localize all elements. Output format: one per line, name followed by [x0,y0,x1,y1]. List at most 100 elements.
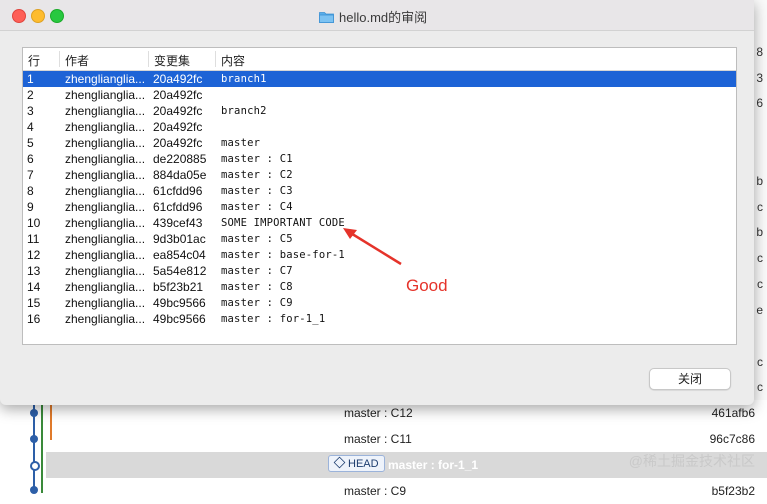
table-row[interactable]: 3 zhengliangliа... 20a492fc branch2 [23,103,736,119]
header-content[interactable]: 内容 [221,52,245,69]
cell-changeset: 884da05e [153,168,207,182]
cell-changeset: 61cfdd96 [153,200,203,214]
table-row[interactable]: 5 zhengliangliа... 20a492fc master [23,135,736,151]
cell-author: zhengliangliа... [65,232,146,246]
cell-author: zhengliangliа... [65,184,146,198]
cell-changeset: 20a492fc [153,104,203,118]
cell-line: 10 [27,216,41,230]
cell-content: master : C9 [221,297,293,309]
header-separator[interactable] [215,51,216,67]
cell-changeset: 20a492fc [153,136,203,150]
cell-changeset: 20a492fc [153,72,203,86]
hash-fragment: b [756,225,763,239]
cell-content: master : C1 [221,153,293,165]
cell-author: zhengliangliа... [65,152,146,166]
cell-author: zhengliangliа... [65,136,146,150]
head-tag: HEAD [328,455,385,472]
title-bar[interactable]: hello.md的审阅 [0,0,754,31]
cell-content: master : C4 [221,201,293,213]
table-row[interactable]: 15 zhengliangliа... 49bc9566 master : C9 [23,295,736,311]
log-hash: 96c7c86 [709,432,755,446]
cell-author: zhengliangliа... [65,296,146,310]
cell-changeset: b5f23b21 [153,280,204,294]
cell-author: zhengliangliа... [65,200,146,214]
head-tag-label: HEAD [348,458,379,470]
table-row[interactable]: 1 zhengliangliа... 20a492fc branch1 [23,71,736,87]
log-row[interactable]: master : C11 96c7c86 [60,426,767,452]
window-close-button[interactable] [12,9,26,23]
cell-content: master : for-1_1 [221,313,326,325]
hash-fragment: e [756,303,763,317]
cell-content: master : C3 [221,185,293,197]
table-header: 行 作者 变更集 内容 [23,48,736,71]
hash-fragment: b [756,174,763,188]
cell-changeset: 20a492fc [153,120,203,134]
cell-changeset: de220885 [153,152,207,166]
hash-fragment: 6 [756,96,763,110]
log-message: master : C9 [344,484,407,498]
cell-line: 4 [27,120,34,134]
table-row[interactable]: 9 zhengliangliа... 61cfdd96 master : C4 [23,199,736,215]
cell-author: zhengliangliа... [65,88,146,102]
hash-fragment: c [757,251,763,265]
cell-author: zhengliangliа... [65,248,146,262]
hash-fragment: c [757,200,763,214]
cell-changeset: 5a54e812 [153,264,207,278]
cell-line: 7 [27,168,34,182]
cell-changeset: 61cfdd96 [153,184,203,198]
tag-icon [333,456,346,469]
window-title-group: hello.md的审阅 [319,7,427,26]
cell-line: 8 [27,184,34,198]
cell-author: zhengliangliа... [65,104,146,118]
table-row[interactable]: 16 zhengliangliа... 49bc9566 master : fo… [23,311,736,327]
hash-fragment: c [757,355,763,369]
cell-author: zhengliangliа... [65,280,146,294]
cell-content: master : base-for-1 [221,249,345,261]
cell-line: 16 [27,312,41,326]
cell-changeset: 49bc9566 [153,296,206,310]
cell-author: zhengliangliа... [65,72,146,86]
cell-line: 14 [27,280,41,294]
annotation-text: Good [406,276,448,295]
table-row[interactable]: 7 zhengliangliа... 884da05e master : C2 [23,167,736,183]
table-row[interactable]: 6 zhengliangliа... de220885 master : C1 [23,151,736,167]
header-separator[interactable] [148,51,149,67]
cell-line: 3 [27,104,34,118]
cell-line: 1 [27,72,34,86]
cell-content: master : C5 [221,233,293,245]
log-row[interactable]: master : C9 b5f23b2 [60,478,767,504]
cell-changeset: 20a492fc [153,88,203,102]
commit-node[interactable] [30,435,38,443]
window-zoom-button[interactable] [50,9,64,23]
table-row[interactable]: 2 zhengliangliа... 20a492fc [23,87,736,103]
log-hash: b5f23b2 [711,484,755,498]
cell-changeset: 9d3b01ac [153,232,206,246]
table-row[interactable]: 4 zhengliangliа... 20a492fc [23,119,736,135]
header-changeset[interactable]: 变更集 [154,52,190,69]
cell-line: 11 [27,232,40,246]
table-row[interactable]: 14 zhengliangliа... b5f23b21 master : C8 [23,279,736,295]
blame-table[interactable]: 行 作者 变更集 内容 1 zhengliangliа... 20a492fc … [22,47,737,345]
header-author[interactable]: 作者 [65,52,89,69]
commit-node[interactable] [30,409,38,417]
cell-changeset: 439cef43 [153,216,203,230]
header-line[interactable]: 行 [28,52,40,69]
window-title: hello.md的审阅 [339,10,428,25]
hash-fragment: c [757,380,763,394]
cell-author: zhengliangliа... [65,264,146,278]
log-message: master : C12 [344,406,413,420]
commit-graph-panel: master : C12 461afb6 master : C11 96c7c8… [0,400,767,498]
cell-content: master : C2 [221,169,293,181]
cell-line: 2 [27,88,34,102]
cell-content: branch1 [221,73,267,85]
commit-node-head[interactable] [30,461,40,471]
cell-author: zhengliangliа... [65,120,146,134]
cell-line: 12 [27,248,41,262]
window-minimize-button[interactable] [31,9,45,23]
cell-line: 6 [27,152,34,166]
table-row[interactable]: 8 zhengliangliа... 61cfdd96 master : C3 [23,183,736,199]
header-separator[interactable] [59,51,60,67]
log-message: master : C11 [344,432,412,446]
close-button[interactable]: 关闭 [649,368,731,390]
graph-branch-line [50,400,52,440]
